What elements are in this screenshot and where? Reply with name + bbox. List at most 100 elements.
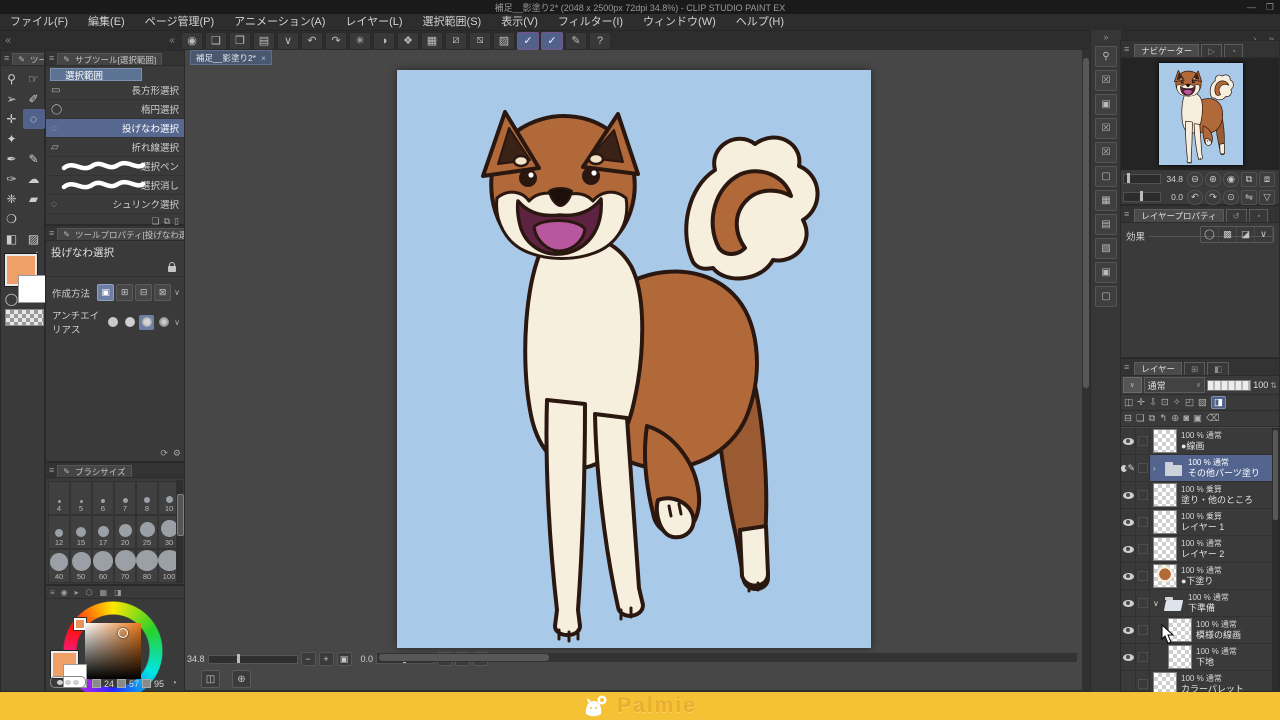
eye-icon[interactable] xyxy=(1123,573,1134,580)
tool-button[interactable] xyxy=(23,129,45,149)
brush-size-cell[interactable]: 8 xyxy=(136,481,158,515)
eye-icon[interactable] xyxy=(1121,465,1127,472)
navigator-zoom-slider[interactable] xyxy=(1123,174,1161,184)
sv-cursor[interactable] xyxy=(118,628,128,638)
brush-size-cell[interactable]: 50 xyxy=(70,549,92,583)
layer-effect-button[interactable]: ∨ xyxy=(1255,227,1273,242)
chevron-down-icon[interactable]: ∨ xyxy=(174,318,180,327)
checkbox-column[interactable] xyxy=(1138,544,1148,554)
layer-command-icon[interactable]: ⌫ xyxy=(1206,413,1219,424)
opacity-slider[interactable] xyxy=(1207,380,1251,391)
brush-size-cell[interactable]: 15 xyxy=(70,515,92,549)
menu-item[interactable]: 選択範囲(S) xyxy=(413,14,492,30)
document-tab[interactable]: 補足__影塗り2* × xyxy=(190,50,272,65)
tool-button[interactable]: ✎ xyxy=(23,149,45,169)
layer-row[interactable]: ✎ 100 % 通常 ●線画 xyxy=(1121,428,1279,455)
brush-size-cell[interactable]: 20 xyxy=(114,515,136,549)
layer-effect-button[interactable]: ▩ xyxy=(1219,227,1237,242)
tool-button[interactable]: ✦ xyxy=(1,129,23,149)
transparent-color-swatch[interactable] xyxy=(5,309,44,326)
tool-button[interactable]: ✐ xyxy=(23,89,45,109)
tool-button[interactable]: ▨ xyxy=(23,229,45,249)
tool-button[interactable]: ➢ xyxy=(1,89,23,109)
panel-menu-icon[interactable]: ≡ xyxy=(1,53,12,63)
chevron-down-icon[interactable]: ∨ xyxy=(174,288,180,297)
command-icon[interactable]: ✎ xyxy=(565,32,587,50)
brush-size-scrollbar[interactable] xyxy=(176,480,183,583)
layer-thumbnail[interactable] xyxy=(1153,429,1177,453)
collapse-mid-icon[interactable]: « xyxy=(164,35,180,46)
command-icon[interactable]: ◑ xyxy=(373,32,395,50)
collapsed-palette-icon[interactable]: ☒ xyxy=(1095,70,1117,91)
brush-size-cell[interactable]: 7 xyxy=(114,481,136,515)
brush-size-cell[interactable]: 17 xyxy=(92,515,114,549)
tool-button[interactable]: ⚲ xyxy=(1,69,23,89)
navigator-rotation-slider[interactable] xyxy=(1123,192,1161,202)
search-tab-icon[interactable]: ◔ xyxy=(1249,209,1268,222)
subtool-item[interactable]: 選択ペン xyxy=(46,157,184,176)
checkbox-column[interactable] xyxy=(1138,679,1148,689)
collapsed-palette-icon[interactable]: ☒ xyxy=(1095,142,1117,163)
command-icon[interactable]: ▦ xyxy=(421,32,443,50)
layer-row[interactable]: ✎ › 100 % 通常 その他パーツ塗り xyxy=(1121,455,1279,482)
layer-command-icon[interactable]: ⊡ xyxy=(1161,397,1169,408)
layer-row[interactable]: ✎ 100 % 乗算 レイヤー 1 xyxy=(1121,509,1279,536)
menu-item[interactable]: ページ管理(P) xyxy=(135,14,224,30)
tool-property-footer-icon[interactable]: ⚙ xyxy=(173,448,181,459)
checkbox-column[interactable] xyxy=(1138,517,1148,527)
color-panel-tab-icon[interactable]: ◉ xyxy=(61,588,68,597)
layer-command-icon[interactable]: ✧ xyxy=(1173,397,1181,408)
canvas-footer-icon[interactable]: ◫ xyxy=(201,670,220,688)
collapsed-palette-icon[interactable]: ▤ xyxy=(1095,214,1117,235)
layer-effect-button[interactable]: ◯ xyxy=(1201,227,1219,242)
layer-thumbnail[interactable] xyxy=(1153,564,1177,588)
tool-property-footer-icon[interactable]: ⟳ xyxy=(160,448,168,459)
layer-command-icon[interactable]: ◰ xyxy=(1185,397,1194,408)
canvas-area[interactable]: 補足__影塗り2* × 34.8 − + ▣ 0.0 ↶ ↷ ⊙ ◫⊕ xyxy=(185,50,1082,690)
canvas-zoom-slider[interactable] xyxy=(208,655,298,664)
navigator-rotate-button[interactable]: ▽ xyxy=(1259,190,1275,205)
menu-item[interactable]: 編集(E) xyxy=(78,14,135,30)
eye-icon[interactable] xyxy=(1123,519,1134,526)
navigator-tab[interactable]: ナビゲーター xyxy=(1134,44,1199,57)
creation-method-button[interactable]: ⊞ xyxy=(116,284,133,301)
navigator-zoom-button[interactable]: ⊖ xyxy=(1187,172,1203,187)
command-icon[interactable]: ✳ xyxy=(349,32,371,50)
checkbox-column[interactable] xyxy=(1138,436,1148,446)
command-icon[interactable]: ↶ xyxy=(301,32,323,50)
eye-icon[interactable] xyxy=(1123,627,1134,634)
collapsed-palette-icon[interactable]: ▧ xyxy=(1095,238,1117,259)
subtool-item[interactable]: ◯ 楕円選択 xyxy=(46,100,184,119)
eye-icon[interactable] xyxy=(1123,492,1134,499)
eye-icon[interactable] xyxy=(1123,438,1134,445)
canvas-footer-icon[interactable]: ⊕ xyxy=(232,670,251,688)
layer-command-icon[interactable]: ◫ xyxy=(1124,397,1133,408)
checkbox-column[interactable] xyxy=(1138,625,1148,635)
menu-item[interactable]: フィルター(I) xyxy=(548,14,633,30)
checkbox-column[interactable] xyxy=(1138,652,1148,662)
tool-button[interactable]: ◌ xyxy=(23,109,45,129)
layer-thumbnail[interactable] xyxy=(1164,457,1184,479)
collapsed-palette-icon[interactable]: ☒ xyxy=(1095,118,1117,139)
layer-row[interactable]: ✎ 100 % 通常 ●下塗り xyxy=(1121,563,1279,590)
navigator-zoom-button[interactable]: ⧉ xyxy=(1241,172,1257,187)
expander-icon[interactable]: ∨ xyxy=(1153,599,1160,608)
command-icon[interactable]: ↷ xyxy=(325,32,347,50)
navigator-preview[interactable] xyxy=(1159,63,1243,165)
color-panel-tab-icon[interactable]: ◨ xyxy=(114,588,122,597)
creation-method-button[interactable]: ⊠ xyxy=(154,284,171,301)
panel-menu-icon[interactable]: ≡ xyxy=(46,53,57,63)
palette-color-swatch[interactable]: ∨ xyxy=(1123,377,1142,393)
checkbox-column[interactable] xyxy=(1138,463,1148,473)
tool-button[interactable]: ☞ xyxy=(23,69,45,89)
opacity-stepper[interactable]: ⇅ xyxy=(1270,381,1277,390)
collapsed-palette-icon[interactable]: ⚲ xyxy=(1095,46,1117,67)
zoom-out-button[interactable]: − xyxy=(301,652,316,666)
command-icon[interactable]: ❐ xyxy=(229,32,251,50)
checkbox-column[interactable] xyxy=(1138,598,1148,608)
color-panel-tab-icon[interactable]: ⬡ xyxy=(86,588,93,597)
tool-button[interactable]: ❈ xyxy=(1,189,23,209)
layer-list-scrollbar[interactable] xyxy=(1272,428,1279,698)
panel-menu-icon[interactable]: ≡ xyxy=(1121,44,1132,54)
subtool-item[interactable]: ◌ 投げなわ選択 xyxy=(46,119,184,138)
